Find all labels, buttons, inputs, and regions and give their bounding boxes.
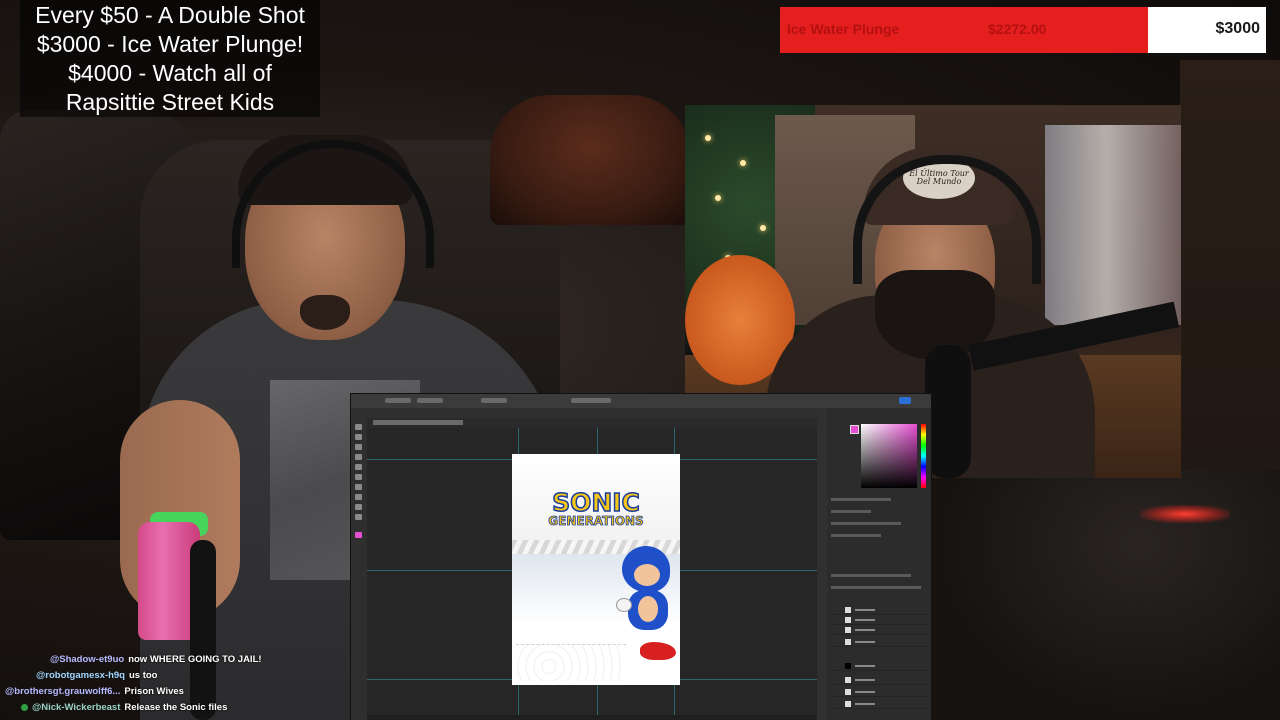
status-bar xyxy=(367,715,817,720)
layer-row[interactable] xyxy=(831,638,927,647)
chat-message: @Nick-Wickerbeast Release the Sonic files xyxy=(21,702,227,718)
chat-text: us too xyxy=(128,670,158,681)
layer-name xyxy=(855,609,875,611)
brush-tool-icon[interactable] xyxy=(355,474,362,480)
layer-row[interactable] xyxy=(831,662,927,671)
menu-item[interactable] xyxy=(571,398,611,403)
menu-item[interactable] xyxy=(385,398,411,403)
layer-name xyxy=(855,641,875,643)
color-picker-field[interactable] xyxy=(861,424,917,488)
properties-row xyxy=(831,510,871,513)
menu-item[interactable] xyxy=(417,398,443,403)
stream-goals-overlay: Every $50 - A Double Shot $3000 - Ice Wa… xyxy=(20,0,320,117)
layer-thumbnail xyxy=(845,607,851,613)
layer-thumbnail xyxy=(845,663,851,669)
layer-row[interactable] xyxy=(831,676,927,685)
stream-frame: El Último Tour Del Mundo Every $50 - A D… xyxy=(0,0,1280,720)
layer-thumbnail xyxy=(845,689,851,695)
hue-slider[interactable] xyxy=(921,424,926,488)
logo-line-1: SONIC xyxy=(551,488,640,517)
properties-tab[interactable] xyxy=(831,498,891,501)
tree-light xyxy=(760,225,766,231)
eyedropper-tool-icon[interactable] xyxy=(355,464,362,470)
sonic-generations-logo: SONIC GENERATIONS xyxy=(534,488,658,528)
layers-tab[interactable] xyxy=(831,574,911,577)
tree-light xyxy=(715,195,721,201)
sonic-face xyxy=(634,564,660,586)
foreground-color-icon[interactable] xyxy=(355,532,362,538)
chat-username: @robotgamesx-h9q xyxy=(36,670,125,681)
marquee-tool-icon[interactable] xyxy=(355,434,362,440)
sonic-shoe xyxy=(640,642,676,660)
chat-username: @Shadow-et9uo xyxy=(50,654,125,665)
layer-row[interactable] xyxy=(831,700,927,709)
gradient-tool-icon[interactable] xyxy=(355,504,362,510)
chat-message: @robotgamesx-h9q us too xyxy=(36,670,157,686)
layer-name xyxy=(855,629,875,631)
layer-name xyxy=(855,691,875,693)
logo-line-2: GENERATIONS xyxy=(548,514,644,528)
document-canvas[interactable]: SONIC GENERATIONS xyxy=(512,454,680,685)
panel-icon-strip[interactable] xyxy=(817,408,827,720)
layer-row[interactable] xyxy=(831,626,927,635)
layer-row[interactable] xyxy=(831,606,927,615)
display-case xyxy=(1045,125,1181,325)
chat-username: @brothersgt.grauwolff6... xyxy=(5,686,121,697)
color-swatch[interactable] xyxy=(850,425,859,434)
goal-line: Every $50 - A Double Shot xyxy=(35,2,305,28)
layer-name xyxy=(855,703,875,705)
donation-target-amount: $3000 xyxy=(1215,20,1261,37)
layer-name xyxy=(855,665,875,667)
stamp-tool-icon[interactable] xyxy=(355,484,362,490)
photoshop-screen-share: SONIC GENERATIONS xyxy=(350,393,932,720)
chat-message: @Shadow-et9uo now WHERE GOING TO JAIL! xyxy=(50,654,262,670)
photoshop-menubar[interactable] xyxy=(351,394,931,408)
chat-username: @Nick-Wickerbeast xyxy=(32,702,121,713)
chat-text: now WHERE GOING TO JAIL! xyxy=(128,654,262,665)
layer-row[interactable] xyxy=(831,688,927,697)
goal-line: $3000 - Ice Water Plunge! xyxy=(36,31,304,57)
layer-thumbnail xyxy=(845,617,851,623)
share-button[interactable] xyxy=(899,397,911,404)
goal-line: Rapsittie Street Kids xyxy=(65,89,275,115)
goal-line: $4000 - Watch all of xyxy=(68,60,272,86)
layers-toolbar[interactable] xyxy=(831,586,921,589)
layer-thumbnail xyxy=(845,677,851,683)
tree-light xyxy=(705,135,711,141)
document-tab[interactable] xyxy=(373,420,463,425)
move-tool-icon[interactable] xyxy=(355,424,362,430)
properties-row xyxy=(831,534,881,537)
layer-thumbnail xyxy=(845,639,851,645)
lasso-tool-icon[interactable] xyxy=(355,444,362,450)
layer-name xyxy=(855,619,875,621)
donation-goal-name: Ice Water Plunge xyxy=(787,21,900,37)
type-tool-icon[interactable] xyxy=(355,514,362,520)
sketch-scenery xyxy=(516,644,626,681)
menu-item[interactable] xyxy=(481,398,507,403)
chat-overlay: @Shadow-et9uo now WHERE GOING TO JAIL! @r… xyxy=(0,650,360,720)
donation-goal-bar: Ice Water Plunge $2272.00 $3000 xyxy=(780,7,1266,53)
tree-light xyxy=(740,160,746,166)
sonic-glove xyxy=(616,598,632,612)
chat-text: Prison Wives xyxy=(124,686,184,697)
layer-name xyxy=(855,679,875,681)
chat-text: Release the Sonic files xyxy=(124,702,228,713)
properties-row xyxy=(831,522,901,525)
crop-tool-icon[interactable] xyxy=(355,454,362,460)
member-badge-icon xyxy=(21,703,28,711)
red-light-glow xyxy=(1140,505,1230,523)
sonic-belly xyxy=(638,596,658,622)
layer-row[interactable] xyxy=(831,616,927,625)
host-goatee xyxy=(300,295,350,330)
layer-thumbnail xyxy=(845,701,851,707)
eraser-tool-icon[interactable] xyxy=(355,494,362,500)
layer-thumbnail xyxy=(845,627,851,633)
chat-message: @brothersgt.grauwolff6... Prison Wives xyxy=(5,686,184,702)
donation-current-amount: $2272.00 xyxy=(988,21,1047,37)
